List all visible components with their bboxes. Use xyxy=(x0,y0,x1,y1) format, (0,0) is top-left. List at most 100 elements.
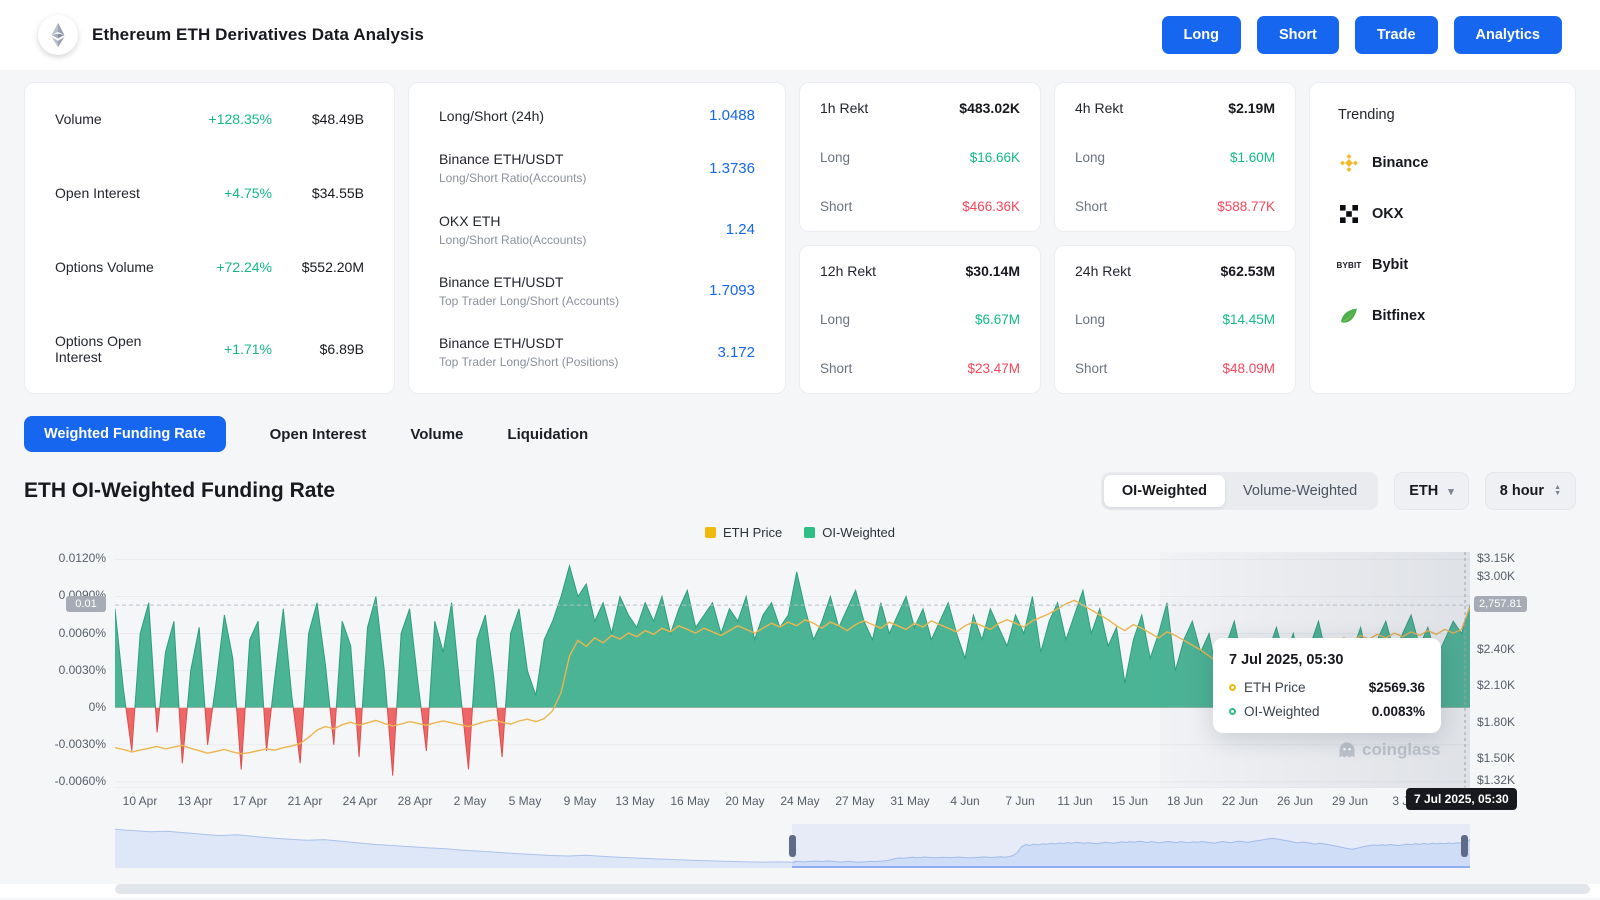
stat-row-options-open-interest: Options Open Interest +1.71% $6.89B xyxy=(55,333,364,365)
funding-rate-chart[interactable]: 0.0120%0.0090%0.0060%0.0030%0%-0.0030%-0… xyxy=(0,542,1600,878)
brand: Ethereum ETH Derivatives Data Analysis xyxy=(38,15,424,55)
scrollbar-thumb[interactable] xyxy=(115,884,1590,894)
time-axis-label: 10 Apr xyxy=(112,794,168,808)
navigator-selected-range[interactable] xyxy=(792,824,1470,868)
chart-navigator[interactable] xyxy=(115,824,1470,868)
time-axis-label: 17 Apr xyxy=(222,794,278,808)
ratio-value: 1.3736 xyxy=(709,160,755,177)
ratio-row: OKX ETH Long/Short Ratio(Accounts) 1.24 xyxy=(439,213,755,247)
time-axis-label: 9 May xyxy=(552,794,608,808)
trending-label: Bybit xyxy=(1372,257,1408,273)
stat-change: +72.24% xyxy=(180,259,272,275)
rekt-long-label: Long xyxy=(820,150,850,165)
rekt-title: 1h Rekt xyxy=(820,100,868,116)
funding-axis-label: 0% xyxy=(0,700,106,714)
legend-oi-weighted[interactable]: OI-Weighted xyxy=(804,525,895,540)
ratio-label: Binance ETH/USDT xyxy=(439,335,618,351)
rekt-long-value: $16.66K xyxy=(970,150,1020,165)
trending-item-binance[interactable]: Binance xyxy=(1338,152,1547,174)
rekt-total: $30.14M xyxy=(966,263,1020,279)
oi-weighted-swatch-icon xyxy=(804,527,815,538)
time-axis-label: 5 May xyxy=(497,794,553,808)
updown-icon: ▲▼ xyxy=(1554,485,1561,497)
stat-change: +128.35% xyxy=(180,111,272,127)
time-axis-label: 2 May xyxy=(442,794,498,808)
tooltip-value: $2569.36 xyxy=(1369,680,1425,695)
time-axis-label: 27 May xyxy=(827,794,883,808)
trending-label: OKX xyxy=(1372,206,1403,222)
rekt-title: 12h Rekt xyxy=(820,263,876,279)
header-actions: Long Short Trade Analytics xyxy=(1162,16,1562,54)
ratio-label: Long/Short (24h) xyxy=(439,108,544,124)
price-axis-label: $2.10K xyxy=(1477,678,1515,692)
eth-price-dot-icon xyxy=(1229,684,1236,691)
rekt-short-value: $588.77K xyxy=(1217,199,1275,214)
time-axis-label: 4 Jun xyxy=(937,794,993,808)
funding-axis-label: -0.0030% xyxy=(0,737,106,751)
eth-price-swatch-icon xyxy=(705,527,716,538)
stat-value: $48.49B xyxy=(272,111,364,127)
rekt-long-value: $1.60M xyxy=(1230,150,1275,165)
trending-item-okx[interactable]: OKX xyxy=(1338,203,1547,225)
ratio-row: Binance ETH/USDT Top Trader Long/Short (… xyxy=(439,274,755,308)
page-title: Ethereum ETH Derivatives Data Analysis xyxy=(92,25,424,45)
watermark-text: coinglass xyxy=(1362,740,1440,760)
price-axis-label: $1.50K xyxy=(1477,751,1515,765)
price-axis-label: $3.00K xyxy=(1477,569,1515,583)
interval-select[interactable]: 8 hour ▲▼ xyxy=(1485,472,1576,510)
time-axis-label: 7 Jun xyxy=(992,794,1048,808)
analytics-button[interactable]: Analytics xyxy=(1454,16,1562,54)
rekt-long-value: $6.67M xyxy=(975,312,1020,327)
tab-weighted-funding-rate[interactable]: Weighted Funding Rate xyxy=(24,416,226,452)
chart-title: ETH OI-Weighted Funding Rate xyxy=(24,479,335,503)
rekt-total: $483.02K xyxy=(959,100,1020,116)
funding-axis-label: 0.0060% xyxy=(0,626,106,640)
stat-change: +1.71% xyxy=(180,341,272,357)
price-axis-label: $1.80K xyxy=(1477,715,1515,729)
ratio-value: 1.24 xyxy=(726,221,755,238)
tooltip-row-price: ETH Price $2569.36 xyxy=(1229,680,1425,695)
navigator-handle-left[interactable] xyxy=(789,835,796,857)
stat-value: $552.20M xyxy=(272,259,364,275)
tab-liquidation[interactable]: Liquidation xyxy=(507,416,588,452)
trade-button[interactable]: Trade xyxy=(1355,16,1438,54)
short-button[interactable]: Short xyxy=(1257,16,1339,54)
rekt-title: 4h Rekt xyxy=(1075,100,1123,116)
stat-row-open-interest: Open Interest +4.75% $34.55B xyxy=(55,185,364,201)
rekt-long-value: $14.45M xyxy=(1222,312,1275,327)
tab-volume[interactable]: Volume xyxy=(410,416,463,452)
stat-row-options-volume: Options Volume +72.24% $552.20M xyxy=(55,259,364,275)
symbol-select[interactable]: ETH ▾ xyxy=(1394,472,1469,510)
coinglass-watermark: coinglass xyxy=(1338,740,1440,760)
trending-item-bybit[interactable]: BYBIT Bybit xyxy=(1338,254,1547,276)
long-button[interactable]: Long xyxy=(1162,16,1241,54)
navigator-handle-right[interactable] xyxy=(1461,835,1468,857)
legend-eth-price[interactable]: ETH Price xyxy=(705,525,782,540)
time-axis-label: 28 Apr xyxy=(387,794,443,808)
horizontal-scrollbar[interactable] xyxy=(0,884,1600,898)
time-axis-label: 18 Jun xyxy=(1157,794,1213,808)
tooltip-label: ETH Price xyxy=(1244,680,1306,695)
time-axis-label: 24 Apr xyxy=(332,794,388,808)
rekt-short-value: $23.47M xyxy=(967,361,1020,376)
time-axis-label: 24 May xyxy=(772,794,828,808)
chart-legend: ETH Price OI-Weighted xyxy=(0,522,1600,542)
oi-weighted-option[interactable]: OI-Weighted xyxy=(1104,475,1225,507)
rekt-column-2: 4h Rekt $2.19M Long $1.60M Short $588.77… xyxy=(1054,82,1296,394)
time-axis-label: 15 Jun xyxy=(1102,794,1158,808)
trending-item-bitfinex[interactable]: Bitfinex xyxy=(1338,305,1547,327)
ratio-value: 1.7093 xyxy=(709,282,755,299)
rekt-short-label: Short xyxy=(1075,361,1107,376)
stat-label: Options Open Interest xyxy=(55,333,180,365)
time-axis-label: 26 Jun xyxy=(1267,794,1323,808)
chart-tooltip: 7 Jul 2025, 05:30 ETH Price $2569.36 OI-… xyxy=(1213,638,1441,733)
rekt-card-4h: 4h Rekt $2.19M Long $1.60M Short $588.77… xyxy=(1054,82,1296,232)
time-axis-label: 13 Apr xyxy=(167,794,223,808)
stat-label: Volume xyxy=(55,111,180,127)
tab-open-interest[interactable]: Open Interest xyxy=(270,416,367,452)
volume-weighted-option[interactable]: Volume-Weighted xyxy=(1225,475,1375,507)
long-short-ratio-card: Long/Short (24h) 1.0488 Binance ETH/USDT… xyxy=(408,82,786,394)
time-axis-label: 20 May xyxy=(717,794,773,808)
stat-row-volume: Volume +128.35% $48.49B xyxy=(55,111,364,127)
current-funding-badge: 0.01 xyxy=(66,596,106,612)
